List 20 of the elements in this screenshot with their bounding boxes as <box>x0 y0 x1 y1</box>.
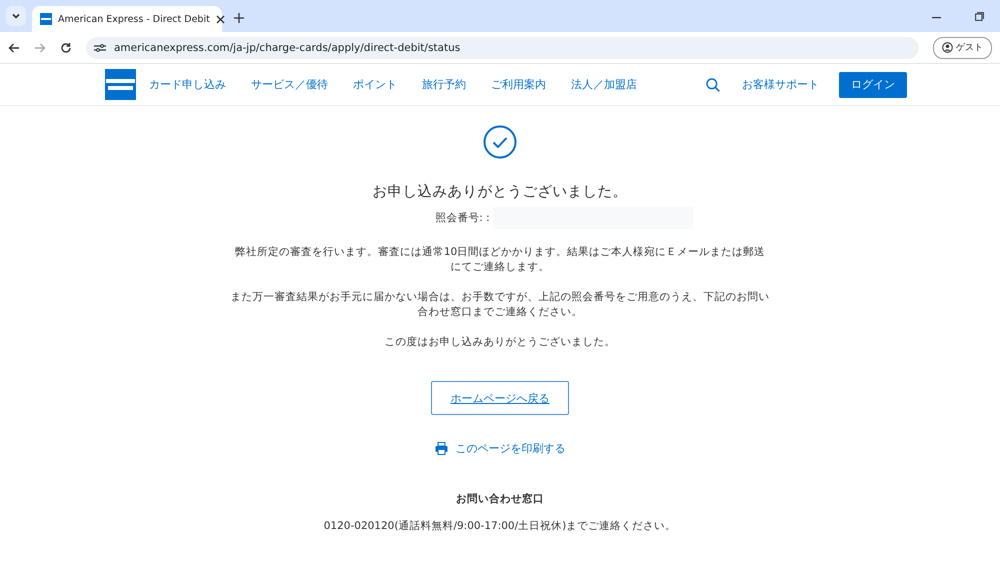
nav-link[interactable]: サービス／優待 <box>251 77 328 92</box>
home-page-button[interactable]: ホームページへ戻る <box>431 381 569 415</box>
message-paragraph: 弊社所定の審査を行います。審査には通常10日間ほどかかります。結果はご本人様宛にＥメールまたは郵送にてご連絡します。 <box>234 245 766 275</box>
nav-link[interactable]: ポイント <box>353 77 397 92</box>
nav-link[interactable]: 法人／加盟店 <box>571 77 637 92</box>
contact-heading: お問い合わせ窓口 <box>456 492 544 506</box>
nav-link[interactable]: ご利用案内 <box>491 77 546 92</box>
login-button[interactable]: ログイン <box>839 72 907 98</box>
browser-tab[interactable]: American Express - Direct Debit <box>32 6 222 32</box>
contact-phone-text: 0120-020120(通話料無料/9:00-17:00/土日祝休)までご連絡ください。 <box>324 519 676 534</box>
message-paragraph: また万一審査結果がお手元に届かない場合は、お手数ですが、上記の照会番号をご用意のうえ、下記のお問い合わせ窓口までご連絡ください。 <box>230 290 770 320</box>
customer-support-link[interactable]: お客様サポート <box>742 77 819 92</box>
nav-link[interactable]: 旅行予約 <box>422 77 466 92</box>
confirmation-title: お申し込みありがとうございました。 <box>372 183 628 201</box>
address-bar[interactable]: americanexpress.com/ja-jp/charge-cards/apply/direct-debit/status <box>86 36 919 58</box>
print-link[interactable]: このページを印刷する <box>434 441 566 456</box>
reference-number-label: 照会番号: : <box>435 211 490 225</box>
profile-button[interactable]: ゲスト <box>933 36 992 58</box>
message-paragraph: この度はお申し込みありがとうございました。 <box>384 335 616 350</box>
nav-link[interactable]: カード申し込み <box>149 77 226 92</box>
